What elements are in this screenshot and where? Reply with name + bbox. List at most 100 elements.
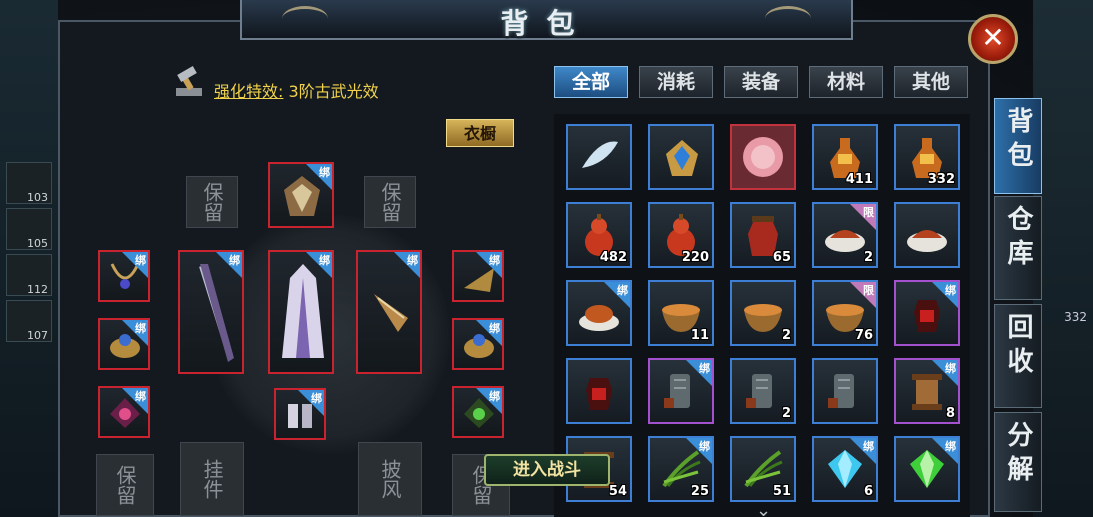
charm-right-equip-slot[interactable]: 绑 xyxy=(452,386,504,438)
world-slot-112[interactable]: 112 xyxy=(6,254,52,296)
inventory-slot[interactable]: 51 xyxy=(730,436,796,502)
inventory-slot[interactable]: 绑8 xyxy=(894,358,960,424)
helmet-equip-slot[interactable]: 绑 xyxy=(268,162,334,228)
bind-badge: 绑 xyxy=(394,252,420,278)
enhance-effect-label[interactable]: 强化特效: xyxy=(214,82,283,101)
bind-badge: 绑 xyxy=(298,390,324,416)
game-screen: 103 105 112 107 332 背包 ✕ 强化特效: 3阶古武光效 衣橱… xyxy=(0,0,1093,517)
item-count: 332 xyxy=(927,172,955,187)
inventory-slot[interactable]: 限 76 xyxy=(812,280,878,346)
pink-fur-ball-icon xyxy=(743,137,783,177)
chevron-down-icon[interactable]: ⌄ xyxy=(756,500,771,517)
bind-badge: 绑 xyxy=(476,388,502,414)
inventory-slot[interactable] xyxy=(812,358,878,424)
ring-right-equip-slot[interactable]: 绑 xyxy=(452,318,504,370)
cloak-slot[interactable]: 披风 xyxy=(358,442,422,516)
inventory-slot[interactable]: 332 xyxy=(894,124,960,190)
item-badge: 绑 xyxy=(686,360,712,386)
charm-left-equip-slot[interactable]: 绑 xyxy=(98,386,150,438)
inventory-slot[interactable]: 绑6 xyxy=(812,436,878,502)
red-jar-icon xyxy=(586,378,612,410)
tab-2[interactable]: 装备 xyxy=(724,66,798,98)
cloak-label: 披风 xyxy=(378,459,402,499)
enter-battle-button[interactable]: 进入战斗 xyxy=(484,454,610,486)
side-tab-1[interactable]: 仓库 xyxy=(994,196,1042,300)
inventory-slot[interactable] xyxy=(730,124,796,190)
enhance-effect: 强化特效: 3阶古武光效 xyxy=(214,78,379,102)
inventory-slot[interactable]: 绑 xyxy=(894,436,960,502)
inventory-slot[interactable]: 11 xyxy=(648,280,714,346)
side-tab-label: 分解 xyxy=(1003,421,1033,489)
item-badge: 限 xyxy=(850,204,876,230)
item-badge: 绑 xyxy=(604,282,630,308)
title-bar: 背包 xyxy=(240,0,853,40)
inventory-slot[interactable] xyxy=(894,202,960,268)
inventory-slot[interactable]: 绑 xyxy=(894,280,960,346)
bind-badge: 绑 xyxy=(306,252,332,278)
shoulder-equip-slot[interactable]: 绑 xyxy=(452,250,504,302)
reserved-slot-bottom-1[interactable]: 保留 xyxy=(96,454,154,516)
item-count: 8 xyxy=(945,406,955,421)
inventory-slot[interactable]: 2 xyxy=(730,358,796,424)
item-count: 2 xyxy=(863,250,873,265)
weapon-equip-slot[interactable]: 绑 xyxy=(178,250,244,374)
inventory-slot[interactable]: 482 xyxy=(566,202,632,268)
item-count: 2 xyxy=(781,328,791,343)
close-icon: ✕ xyxy=(981,21,1005,54)
item-badge: 限 xyxy=(850,282,876,308)
world-slot-103[interactable]: 103 xyxy=(6,162,52,204)
side-tab-2[interactable]: 回收 xyxy=(994,304,1042,408)
reserved-label: 保留 xyxy=(378,182,402,222)
feather-icon xyxy=(582,141,618,168)
boots-equip-slot[interactable]: 绑 xyxy=(274,388,326,440)
world-num: 107 xyxy=(27,329,48,342)
inventory-slot[interactable]: 2 xyxy=(730,280,796,346)
tab-3[interactable]: 材料 xyxy=(809,66,883,98)
item-badge: 绑 xyxy=(932,438,958,464)
side-tab-label: 仓库 xyxy=(1003,205,1033,273)
side-tab-0[interactable]: 背包 xyxy=(994,98,1042,194)
wardrobe-button[interactable]: 衣橱 xyxy=(446,119,514,147)
item-count: 220 xyxy=(681,250,709,265)
inventory-slot[interactable] xyxy=(566,358,632,424)
side-tab-3[interactable]: 分解 xyxy=(994,412,1042,512)
item-count: 51 xyxy=(772,484,791,499)
necklace-equip-slot[interactable]: 绑 xyxy=(98,250,150,302)
tab-4[interactable]: 其他 xyxy=(894,66,968,98)
inventory-slot[interactable]: 65 xyxy=(730,202,796,268)
item-badge: 绑 xyxy=(686,438,712,464)
side-tab-label: 背包 xyxy=(1003,107,1033,175)
inventory-slot[interactable]: 绑 25 xyxy=(648,436,714,502)
offhand-blade-icon xyxy=(374,294,408,332)
offhand-equip-slot[interactable]: 绑 xyxy=(356,250,422,374)
bind-badge: 绑 xyxy=(476,252,502,278)
inventory-slot[interactable] xyxy=(566,124,632,190)
reserved-slot-top-left[interactable]: 保留 xyxy=(186,176,238,228)
inventory-slot[interactable]: 411 xyxy=(812,124,878,190)
bind-badge: 绑 xyxy=(476,320,502,346)
ring-left-equip-slot[interactable]: 绑 xyxy=(98,318,150,370)
inventory-slot[interactable]: 限2 xyxy=(812,202,878,268)
stone-tablet-icon xyxy=(828,374,854,408)
armor-equip-slot[interactable]: 绑 xyxy=(268,250,334,374)
bind-badge: 绑 xyxy=(122,320,148,346)
inventory-slot[interactable] xyxy=(648,124,714,190)
inventory-slot[interactable]: 绑 xyxy=(648,358,714,424)
item-badge: 绑 xyxy=(932,360,958,386)
item-badge: 绑 xyxy=(932,282,958,308)
world-slot-105[interactable]: 105 xyxy=(6,208,52,250)
inventory-slot[interactable]: 220 xyxy=(648,202,714,268)
world-right-num: 332 xyxy=(1064,310,1087,324)
world-background-right: 332 xyxy=(1033,0,1093,517)
side-tab-label: 回收 xyxy=(1003,313,1033,381)
world-slot-107[interactable]: 107 xyxy=(6,300,52,342)
pendant-label: 挂件 xyxy=(200,459,224,499)
reserved-slot-top-right[interactable]: 保留 xyxy=(364,176,416,228)
title-ornament-right xyxy=(765,6,811,31)
tab-1[interactable]: 消耗 xyxy=(639,66,713,98)
soup-bowl-icon xyxy=(744,304,782,332)
world-num: 103 xyxy=(27,191,48,204)
pendant-slot[interactable]: 挂件 xyxy=(180,442,244,516)
inventory-slot[interactable]: 绑 xyxy=(566,280,632,346)
tab-0[interactable]: 全部 xyxy=(554,66,628,98)
